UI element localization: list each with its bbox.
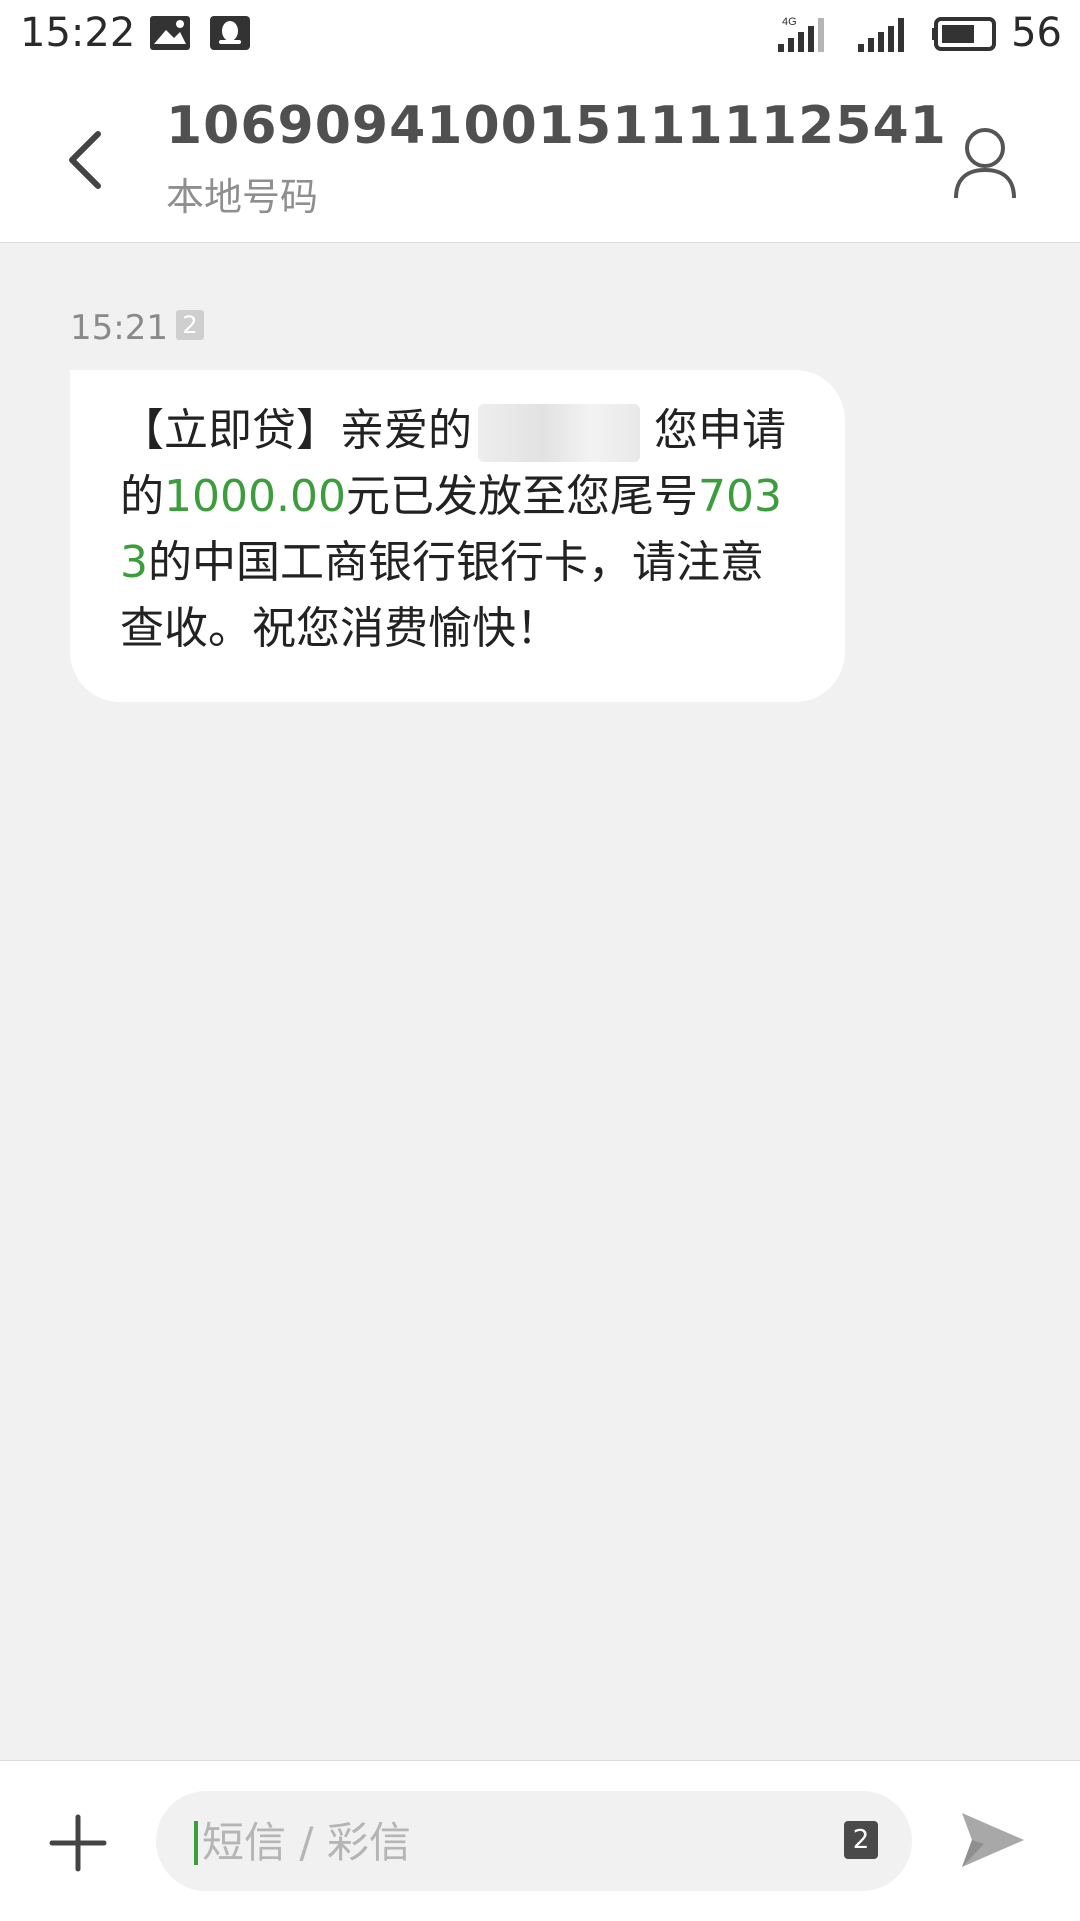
status-bar: 15:22 4G 56 (0, 0, 1080, 66)
sim-selector[interactable]: 2 (844, 1821, 878, 1859)
contact-subtitle: 本地号码 (166, 175, 319, 219)
contact-number: 106909410015111112541 (166, 96, 947, 156)
send-icon[interactable] (958, 1807, 1028, 1873)
conversation-header: 106909410015111112541 本地号码 (0, 66, 1080, 243)
message-bubble[interactable]: 【立即贷】亲爱的 您申请的1000.00元已发放至您尾号7033的中国工商银行银行… (70, 370, 845, 702)
message-input[interactable] (200, 1791, 764, 1893)
qq-icon (210, 16, 250, 50)
message-timestamp: 15:21 (70, 308, 168, 348)
message-text-part: 的中国工商银行银行卡，请注意查收。祝您消费愉快！ (120, 537, 764, 654)
signal-4g-icon: 4G (778, 16, 824, 52)
chevron-left-icon[interactable] (56, 120, 116, 200)
message-text-part: 【立即贷】亲爱的 (120, 405, 472, 456)
message-composer: 2 (0, 1760, 1080, 1921)
message-amount-link[interactable]: 1000.00 (164, 471, 346, 522)
person-icon[interactable] (950, 122, 1020, 202)
redacted-name (478, 404, 640, 462)
signal-icon (858, 18, 904, 52)
message-text-part: 元已发放至您尾号 (345, 471, 698, 522)
status-time: 15:22 (20, 10, 136, 56)
text-caret (194, 1821, 198, 1865)
sim-badge: 2 (176, 310, 204, 340)
svg-text:4G: 4G (782, 16, 797, 28)
message-text: 【立即贷】亲爱的 您申请的1000.00元已发放至您尾号7033的中国工商银行银行… (120, 398, 805, 662)
message-input-container: 2 (156, 1791, 912, 1893)
battery-level: 56 (1011, 10, 1062, 56)
plus-icon[interactable] (48, 1813, 108, 1873)
image-notification-icon (150, 16, 190, 50)
battery-icon (932, 17, 996, 51)
